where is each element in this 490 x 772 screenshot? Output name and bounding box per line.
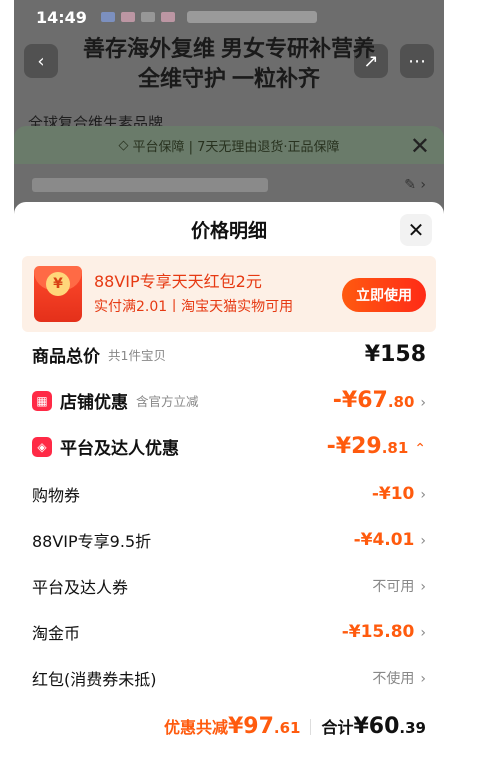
- store-discount-label: 店铺优惠: [60, 393, 128, 413]
- grand-total-amount: ¥60: [353, 714, 400, 739]
- close-icon[interactable]: ✕: [400, 214, 432, 246]
- total-savings-label: 优惠共减: [163, 718, 228, 737]
- banner-close-icon[interactable]: ✕: [410, 132, 430, 160]
- chevron-right-icon: ›: [420, 533, 426, 549]
- chevron-up-icon: ⌃: [414, 441, 426, 457]
- divider: [310, 718, 312, 735]
- chevron-right-icon: ›: [420, 625, 426, 641]
- discount-item-value: 不使用: [372, 671, 415, 687]
- platform-discount-label: 平台及达人优惠: [60, 439, 179, 459]
- status-bar: 14:49: [14, 0, 444, 34]
- price-summary-footer: 优惠共减 ¥97 .61 合计 ¥60 .39: [164, 714, 426, 739]
- platform-discount-row[interactable]: ◈ 平台及达人优惠 -¥29 .81 ⌃: [32, 434, 426, 459]
- platform-discount-decimal: .81: [381, 439, 409, 457]
- total-savings-decimal: .61: [273, 719, 301, 737]
- edit-icon[interactable]: ✎ ›: [404, 177, 426, 193]
- chevron-right-icon: ›: [420, 579, 426, 595]
- total-goods-row: 商品总价 共1件宝贝 ¥158: [32, 342, 426, 367]
- red-envelope-icon: ¥: [34, 266, 82, 322]
- shield-icon: ◇: [118, 137, 129, 153]
- headline-line-1: 善存海外复维 男女专研补营养: [82, 36, 376, 61]
- product-headline: 善存海外复维 男女专研补营养 全维守护 一粒补齐: [14, 34, 444, 94]
- coupon-tag-icon: ◈: [32, 436, 52, 457]
- address-field[interactable]: ✎ ›: [32, 170, 426, 200]
- address-blurred: [32, 178, 268, 192]
- discount-item-label: 88VIP专享9.5折: [32, 532, 152, 551]
- status-right-blurred: [186, 11, 317, 23]
- grand-total-decimal: .39: [399, 719, 426, 737]
- discount-item-value: 不可用: [372, 579, 415, 595]
- discount-item-value: -¥10: [371, 484, 415, 504]
- discount-item-label: 购物券: [32, 486, 81, 505]
- status-time: 14:49: [36, 7, 87, 27]
- promo-title: 88VIP专享天天红包2元: [94, 272, 262, 291]
- discount-item-label: 淘金币: [32, 624, 81, 643]
- guarantee-text: 平台保障 | 7天无理由退货·正品保障: [132, 139, 340, 155]
- chevron-right-icon: ›: [420, 395, 426, 411]
- total-goods-amount: ¥158: [364, 342, 426, 367]
- chevron-right-icon: ›: [420, 487, 426, 503]
- total-goods-label: 商品总价: [32, 347, 100, 367]
- coin-icon: ¥: [46, 272, 70, 296]
- store-discount-row[interactable]: ▦ 店铺优惠 含官方立减 -¥67 .80 ›: [32, 388, 426, 413]
- total-savings-amount: ¥97: [227, 714, 274, 739]
- store-discount-decimal: .80: [387, 393, 415, 411]
- discount-item-row[interactable]: 平台及达人券 不可用 ›: [32, 574, 426, 598]
- guarantee-banner: ◇ 平台保障 | 7天无理由退货·正品保障 ✕: [14, 126, 444, 164]
- total-goods-hint: 共1件宝贝: [108, 348, 166, 363]
- use-now-button[interactable]: 立即使用: [342, 278, 426, 312]
- discount-item-row[interactable]: 购物券 -¥10 ›: [32, 482, 426, 506]
- store-discount-amount: -¥67: [332, 388, 388, 413]
- discount-item-value: -¥4.01: [353, 530, 415, 550]
- sheet-title: 价格明细: [190, 220, 267, 242]
- platform-discount-amount: -¥29: [326, 434, 382, 459]
- promo-subtitle: 实付满2.01丨淘宝天猫实物可用: [94, 299, 294, 315]
- discount-item-value: -¥15.80: [341, 622, 415, 642]
- vip-redpacket-promo: ¥ 88VIP专享天天红包2元 实付满2.01丨淘宝天猫实物可用 立即使用: [22, 256, 436, 332]
- discount-item-label: 红包(消费券未抵): [32, 670, 157, 689]
- store-discount-hint: 含官方立减: [136, 394, 199, 409]
- discount-item-row[interactable]: 红包(消费券未抵) 不使用 ›: [32, 666, 426, 690]
- headline-line-2: 全维守护 一粒补齐: [137, 66, 321, 91]
- grand-total-label: 合计: [321, 718, 354, 737]
- chevron-right-icon: ›: [420, 671, 426, 687]
- store-icon: ▦: [32, 390, 52, 411]
- phone-screen: 14:49 ‹ ↗ ⋯ 善存海外复维 男女专研补营养 全维守护 一粒补齐 全球复…: [14, 0, 444, 772]
- status-icons-blurred: [100, 12, 175, 22]
- discount-item-row[interactable]: 淘金币 -¥15.80 ›: [32, 620, 426, 644]
- discount-item-label: 平台及达人券: [32, 578, 129, 597]
- price-detail-sheet: 价格明细 ✕ ¥ 88VIP专享天天红包2元 实付满2.01丨淘宝天猫实物可用 …: [14, 202, 444, 772]
- discount-item-row[interactable]: 88VIP专享9.5折 -¥4.01 ›: [32, 528, 426, 552]
